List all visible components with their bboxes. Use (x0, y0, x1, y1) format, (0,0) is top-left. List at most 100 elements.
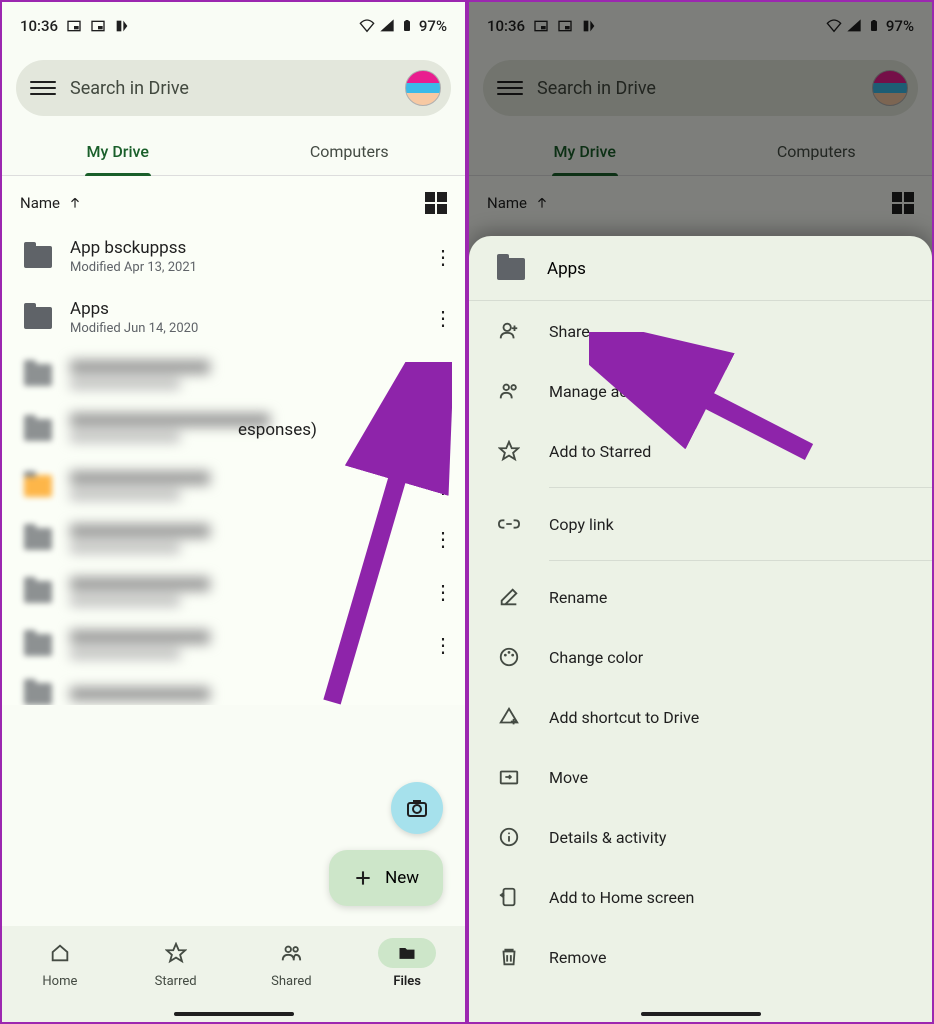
folder-icon (24, 419, 52, 441)
status-bar: 10:36 97% (2, 2, 465, 46)
file-item-blurred[interactable]: ⋮ (2, 512, 465, 565)
sheet-shortcut[interactable]: Add shortcut to Drive (469, 687, 932, 747)
drive-add-icon (498, 706, 520, 728)
file-item-blurred[interactable] (2, 671, 465, 705)
folder-icon (396, 943, 418, 963)
status-time: 10:36 (20, 17, 58, 35)
nav-home[interactable]: Home (31, 938, 89, 989)
avatar[interactable] (405, 70, 441, 106)
more-icon[interactable]: ⋮ (431, 363, 455, 387)
file-item[interactable]: App bsckuppss Modified Apr 13, 2021 ⋮ (2, 226, 465, 287)
sheet-label: Manage access (549, 382, 661, 401)
more-icon[interactable]: ⋮ (431, 633, 455, 657)
sheet-color[interactable]: Change color (469, 627, 932, 687)
nav-label: Shared (271, 974, 311, 989)
battery-pct: 97% (886, 17, 914, 35)
pip-icon-1 (66, 18, 82, 34)
camera-fab[interactable] (391, 782, 443, 834)
signal-icon (379, 18, 395, 34)
file-item-blurred[interactable]: ⋮ (2, 565, 465, 618)
sheet-remove[interactable]: Remove (469, 927, 932, 987)
file-meta: Modified Apr 13, 2021 (70, 260, 413, 275)
sheet-label: Change color (549, 648, 643, 667)
people-icon (498, 380, 520, 402)
search-bar[interactable]: Search in Drive (16, 60, 451, 116)
avatar[interactable] (872, 70, 908, 106)
battery-pct: 97% (419, 17, 447, 35)
more-icon[interactable]: ⋮ (431, 527, 455, 551)
folder-icon (24, 634, 52, 656)
person-add-icon (498, 320, 520, 342)
tab-my-drive[interactable]: My Drive (469, 130, 701, 175)
sheet-label: Details & activity (549, 828, 667, 847)
arrow-up-icon (68, 196, 82, 210)
sheet-label: Add to Home screen (549, 888, 694, 907)
menu-icon[interactable] (30, 81, 56, 95)
link-icon (498, 513, 520, 535)
trash-icon (498, 946, 520, 968)
sheet-move[interactable]: Move (469, 747, 932, 807)
search-bar[interactable]: Search in Drive (483, 60, 918, 116)
file-item-blurred[interactable]: ⋮ (2, 348, 465, 401)
file-item-blurred[interactable]: ⋮ (2, 459, 465, 512)
media-icon (114, 18, 130, 34)
sheet-homescreen[interactable]: Add to Home screen (469, 867, 932, 927)
sheet-label: Add shortcut to Drive (549, 708, 699, 727)
sheet-label: Rename (549, 588, 607, 607)
nav-label: Starred (155, 974, 197, 989)
grid-view-icon[interactable] (425, 192, 447, 214)
sort-row: Name (469, 176, 932, 226)
search-placeholder: Search in Drive (537, 78, 858, 99)
pip-icon-1 (533, 18, 549, 34)
folder-icon (24, 246, 52, 268)
sheet-details[interactable]: Details & activity (469, 807, 932, 867)
search-placeholder: Search in Drive (70, 78, 391, 99)
info-icon (498, 826, 520, 848)
nav-label: Files (393, 974, 421, 989)
new-fab[interactable]: New (329, 850, 443, 906)
media-icon (581, 18, 597, 34)
tab-computers[interactable]: Computers (234, 130, 466, 175)
sheet-manage[interactable]: Manage access (469, 361, 932, 421)
plus-icon (353, 868, 373, 888)
file-item-blurred[interactable]: ⋮ (2, 618, 465, 671)
move-icon (498, 766, 520, 788)
tab-my-drive[interactable]: My Drive (2, 130, 234, 175)
bottom-nav: Home Starred Shared Files (2, 926, 465, 1022)
tab-computers[interactable]: Computers (701, 130, 933, 175)
file-item-blurred[interactable]: esponses) ⋮ (2, 401, 465, 459)
sort-button[interactable]: Name (20, 194, 82, 212)
nav-files[interactable]: Files (378, 938, 436, 989)
people-icon (279, 942, 303, 964)
more-icon[interactable]: ⋮ (431, 245, 455, 269)
sheet-share[interactable]: Share (469, 301, 932, 361)
file-item[interactable]: Apps Modified Jun 14, 2020 ⋮ (2, 287, 465, 348)
more-icon[interactable]: ⋮ (431, 418, 455, 442)
more-icon[interactable]: ⋮ (431, 474, 455, 498)
star-icon (165, 942, 187, 964)
nav-shared[interactable]: Shared (262, 938, 320, 989)
sheet-copy-link[interactable]: Copy link (469, 494, 932, 554)
file-meta: Modified Jun 14, 2020 (70, 321, 413, 336)
pip-icon-2 (90, 18, 106, 34)
separator (549, 560, 932, 561)
sheet-label: Move (549, 768, 588, 787)
palette-icon (498, 646, 520, 668)
sort-label: Name (20, 194, 60, 212)
folder-icon (24, 475, 52, 497)
sort-label: Name (487, 194, 527, 212)
more-icon[interactable]: ⋮ (431, 580, 455, 604)
tabs: My Drive Computers (469, 130, 932, 176)
nav-starred[interactable]: Starred (147, 938, 205, 989)
folder-icon (24, 581, 52, 603)
grid-view-icon[interactable] (892, 192, 914, 214)
sort-button[interactable]: Name (487, 194, 549, 212)
menu-icon[interactable] (497, 81, 523, 95)
sheet-starred[interactable]: Add to Starred (469, 421, 932, 481)
separator (549, 487, 932, 488)
bottom-sheet: Apps Share Manage access Add to Starred … (469, 236, 932, 1022)
folder-icon (24, 683, 52, 705)
sheet-rename[interactable]: Rename (469, 567, 932, 627)
more-icon[interactable]: ⋮ (431, 306, 455, 330)
battery-icon (399, 18, 415, 34)
